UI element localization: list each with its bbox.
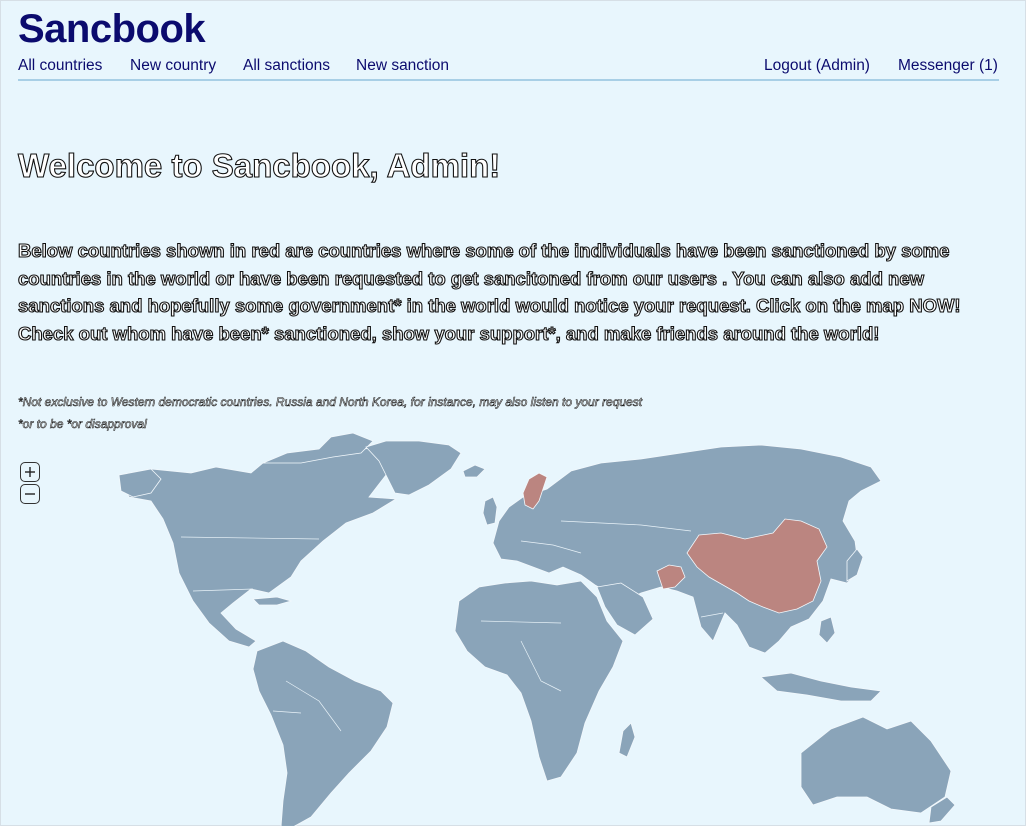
nav-all-sanctions[interactable]: All sanctions <box>243 57 330 75</box>
world-map[interactable] <box>1 431 1026 826</box>
map-region-caribbean[interactable] <box>252 596 293 606</box>
page: Sancbook All countries New country All s… <box>0 0 1026 826</box>
map-region-north-america[interactable] <box>118 446 400 648</box>
nav-new-country[interactable]: New country <box>130 57 216 75</box>
brand-logo-link[interactable]: Sancbook <box>18 7 206 52</box>
map-region-iceland[interactable] <box>462 464 486 478</box>
nav-all-countries[interactable]: All countries <box>18 57 102 75</box>
main-nav: All countries New country All sanctions … <box>18 57 999 81</box>
map-region-madagascar[interactable] <box>618 722 636 758</box>
map-region-uk[interactable] <box>482 496 498 526</box>
footnote-1: *Not exclusive to Western democratic cou… <box>18 395 643 410</box>
zoom-in-button[interactable] <box>20 462 40 482</box>
nav-messenger[interactable]: Messenger (1) <box>898 57 998 75</box>
map-region-australia[interactable] <box>800 716 952 814</box>
nav-new-sanction[interactable]: New sanction <box>356 57 449 75</box>
plus-icon <box>25 467 35 477</box>
map-region-indonesia[interactable] <box>760 672 882 702</box>
intro-paragraph: Below countries shown in red are countri… <box>17 239 961 344</box>
map-region-africa[interactable] <box>454 580 624 782</box>
minus-icon <box>25 493 35 495</box>
nav-logout[interactable]: Logout (Admin) <box>764 57 870 75</box>
welcome-heading: Welcome to Sancbook, Admin! <box>17 146 501 184</box>
zoom-out-button[interactable] <box>20 484 40 504</box>
footnote-2: *or to be *or disapproval <box>18 417 147 432</box>
map-region-south-america[interactable] <box>252 640 394 826</box>
map-region-philippines[interactable] <box>818 616 836 644</box>
